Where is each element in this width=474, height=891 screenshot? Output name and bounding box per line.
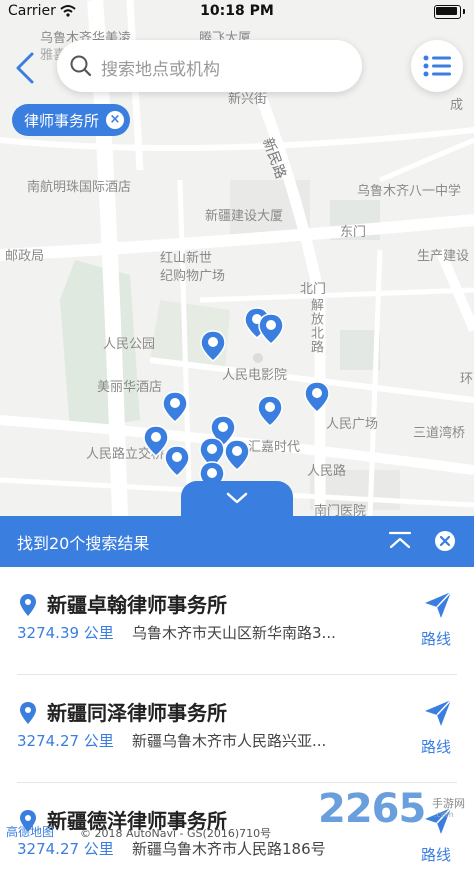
collapse-map-button[interactable]: [181, 481, 293, 521]
map-pin-icon[interactable]: [164, 445, 190, 477]
result-address: 乌鲁木齐市天山区新华南路3...: [132, 624, 336, 642]
list-icon: [423, 55, 451, 77]
result-address: 新疆乌鲁木齐市人民路186号: [132, 840, 326, 858]
list-item[interactable]: 新疆同泽律师事务所 3274.27 公里 新疆乌鲁木齐市人民路兴亚... 路线: [0, 675, 474, 783]
list-item[interactable]: 新疆卓翰律师事务所 3274.39 公里 乌鲁木齐市天山区新华南路3... 路线: [0, 567, 474, 675]
map-provider-logo: 高德地图: [6, 825, 55, 839]
result-address: 新疆乌鲁木齐市人民路兴亚...: [132, 732, 327, 750]
watermark-sub: 手游网: [432, 797, 465, 810]
navigate-arrow-icon[interactable]: [424, 591, 452, 619]
expand-up-icon[interactable]: [388, 531, 412, 551]
route-button[interactable]: 路线: [421, 736, 451, 757]
search-input[interactable]: 搜索地点或机构: [101, 55, 220, 80]
results-header: 找到20个搜索结果: [0, 516, 474, 567]
result-distance: 3274.39 公里: [17, 624, 114, 642]
battery-icon: [434, 5, 461, 19]
close-icon[interactable]: ×: [106, 111, 124, 129]
search-icon: [70, 55, 92, 77]
battery-tip: [463, 9, 465, 14]
watermark-logo: 2265: [318, 786, 426, 832]
location-pin-icon: [20, 702, 36, 724]
clock: 10:18 PM: [200, 3, 274, 19]
result-name: 新疆卓翰律师事务所: [47, 593, 227, 617]
location-pin-icon: [20, 594, 36, 616]
map-pin-icon[interactable]: [162, 391, 188, 423]
watermark-url: .com: [434, 810, 454, 819]
route-button[interactable]: 路线: [421, 844, 451, 865]
results-count: 找到20个搜索结果: [17, 534, 150, 553]
filter-chip-label: 律师事务所: [24, 112, 100, 130]
chevron-down-icon: [226, 492, 248, 504]
list-view-button[interactable]: [411, 40, 463, 92]
status-bar: Carrier 10:18 PM: [0, 0, 474, 22]
route-button[interactable]: 路线: [421, 628, 451, 649]
chevron-left-icon: [16, 52, 34, 84]
map-copyright: © 2018 AutoNavi - GS(2016)710号: [80, 827, 272, 840]
result-distance: 3274.27 公里: [17, 732, 114, 750]
filter-chip[interactable]: 律师事务所 ×: [12, 104, 130, 136]
close-results-icon[interactable]: [434, 530, 456, 552]
map-pin-icon[interactable]: [258, 313, 284, 345]
search-bar[interactable]: 搜索地点或机构: [57, 40, 362, 92]
result-name: 新疆同泽律师事务所: [47, 701, 227, 725]
map-pin-icon[interactable]: [200, 330, 226, 362]
result-distance: 3274.27 公里: [17, 840, 114, 858]
map-pin-icon[interactable]: [224, 439, 250, 471]
navigate-arrow-icon[interactable]: [424, 699, 452, 727]
map-pin-icon[interactable]: [304, 381, 330, 413]
map-pin-icon[interactable]: [143, 425, 169, 457]
map-pin-icon[interactable]: [257, 395, 283, 427]
back-button[interactable]: [12, 50, 42, 86]
